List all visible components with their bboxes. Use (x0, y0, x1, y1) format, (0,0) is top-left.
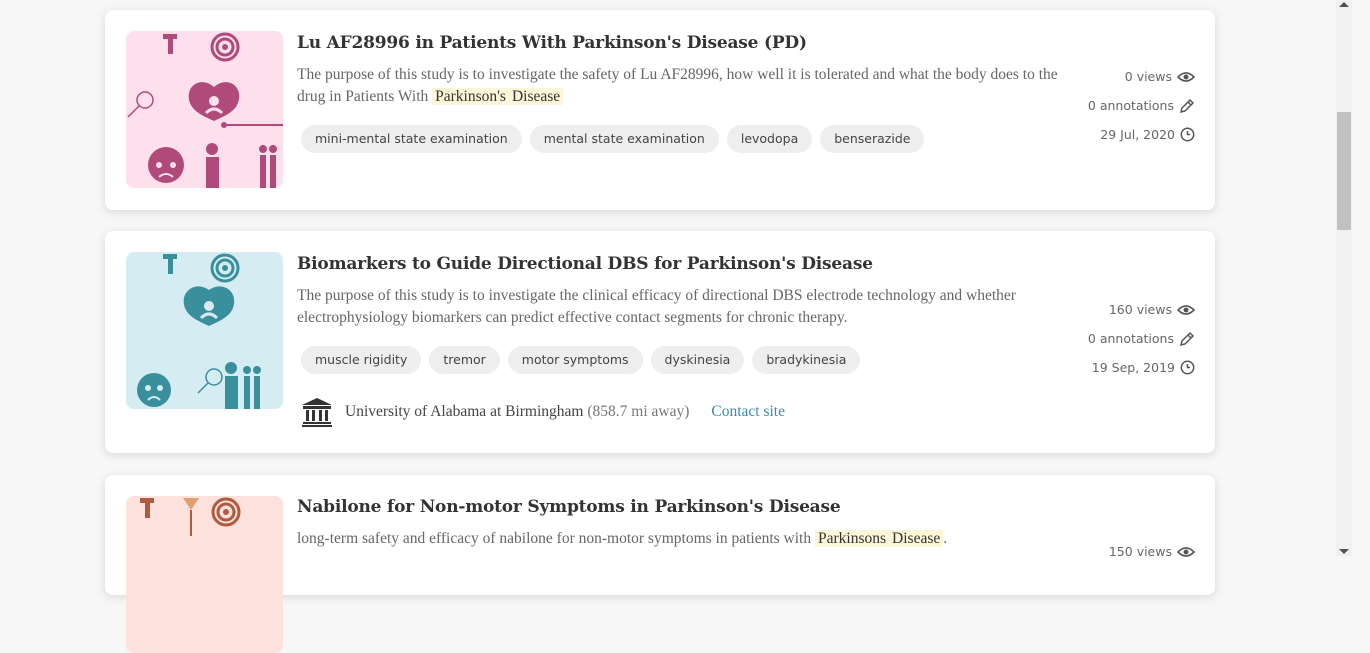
tag-list: muscle rigidity tremor motor symptoms dy… (301, 346, 861, 374)
annotations-count: 0 annotations (1087, 331, 1174, 346)
highlight: Disease (508, 88, 564, 105)
clock-icon (1180, 127, 1195, 142)
clock-icon (1180, 360, 1195, 375)
trial-meta: 160 views 0 annotations 19 Sep, 2019 (1035, 295, 1195, 382)
contact-site-link[interactable]: Contact site (711, 403, 785, 421)
trial-card[interactable]: Nabilone for Non-motor Symptoms in Parki… (105, 475, 1215, 653)
vertical-scrollbar[interactable] (1336, 0, 1352, 556)
highlight: Parkinson's (432, 88, 509, 105)
tag-chip[interactable]: tremor (429, 346, 500, 374)
pencil-icon[interactable] (1179, 331, 1195, 347)
annotations-count: 0 annotations (1087, 98, 1174, 113)
tag-chip[interactable]: levodopa (726, 125, 813, 153)
eye-icon (1177, 304, 1195, 315)
views-count: 160 views (1108, 302, 1172, 317)
trial-site: University of Alabama at Birmingham (858… (301, 397, 785, 427)
tag-chip[interactable]: mini-mental state examination (301, 125, 522, 153)
trial-illustration (126, 496, 283, 653)
scroll-up-arrow-icon[interactable] (1339, 2, 1349, 7)
tag-chip[interactable]: bradykinesia (752, 346, 861, 374)
trial-description: long-term safety and efficacy of nabilon… (297, 530, 948, 547)
trial-title[interactable]: Nabilone for Non-motor Symptoms in Parki… (297, 497, 841, 517)
tag-chip[interactable]: muscle rigidity (301, 346, 422, 374)
trial-meta: 150 views (1035, 537, 1195, 566)
scrollbar-thumb[interactable] (1337, 112, 1351, 230)
trial-title[interactable]: Lu AF28996 in Patients With Parkinson's … (297, 33, 807, 53)
views-count: 0 views (1124, 69, 1172, 84)
trial-meta: 0 views 0 annotations 29 Jul, 2020 (1035, 62, 1195, 149)
scroll-down-arrow-icon[interactable] (1339, 549, 1349, 554)
site-distance: (858.7 mi away) (587, 403, 690, 420)
tag-chip[interactable]: benserazide (820, 125, 925, 153)
views-count: 150 views (1108, 544, 1172, 559)
highlight: Parkinsons (814, 530, 890, 547)
trial-card[interactable]: Biomarkers to Guide Directional DBS for … (105, 231, 1215, 453)
pencil-icon[interactable] (1179, 98, 1195, 114)
trial-description: The purpose of this study is to investig… (297, 287, 1016, 326)
trial-illustration (126, 252, 283, 409)
date-label: 19 Sep, 2019 (1091, 360, 1175, 375)
tag-chip[interactable]: dyskinesia (650, 346, 745, 374)
tag-chip[interactable]: motor symptoms (507, 346, 643, 374)
tag-list: mini-mental state examination mental sta… (301, 125, 925, 153)
eye-icon (1177, 71, 1195, 82)
trial-description: The purpose of this study is to investig… (297, 66, 1058, 105)
tag-chip[interactable]: mental state examination (529, 125, 719, 153)
highlight: Disease (889, 530, 944, 547)
institution-icon (302, 398, 332, 427)
site-name: University of Alabama at Birmingham (345, 403, 584, 420)
date-label: 29 Jul, 2020 (1100, 127, 1175, 142)
trial-title[interactable]: Biomarkers to Guide Directional DBS for … (297, 254, 873, 274)
trial-card[interactable]: Lu AF28996 in Patients With Parkinson's … (105, 10, 1215, 210)
trial-illustration (126, 31, 283, 188)
